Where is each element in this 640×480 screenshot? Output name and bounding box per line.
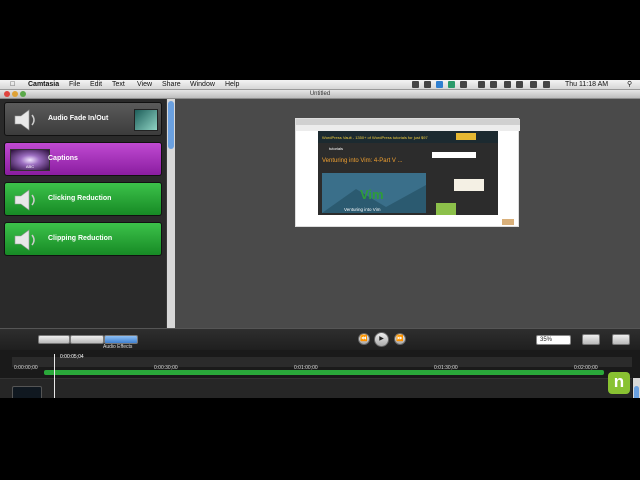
battery-icon[interactable] <box>543 81 550 88</box>
captions-abc-icon: ABC <box>10 149 50 171</box>
preview-canvas[interactable]: WordPress Vault - 1350+ of WordPress tut… <box>175 99 640 328</box>
evernote-icon[interactable] <box>448 81 455 88</box>
effect-label: Captions <box>48 155 78 162</box>
selection-range-bar[interactable] <box>44 370 604 375</box>
menu-file[interactable]: File <box>69 81 80 89</box>
menu-text[interactable]: Text <box>112 81 125 89</box>
fast-forward-icon[interactable]: ⏩ <box>394 333 406 345</box>
audio-effects-panel: Audio Fade In/Out ABC Captions Clicking … <box>0 99 166 328</box>
effect-audio-fade[interactable]: Audio Fade In/Out <box>4 102 162 136</box>
effects-scrollbar[interactable] <box>167 99 175 328</box>
tray-icon-1[interactable] <box>412 81 419 88</box>
effect-label: Audio Fade In/Out <box>48 115 109 122</box>
play-icon[interactable]: ▶ <box>374 332 389 347</box>
speaker-icon <box>14 189 35 211</box>
preview-article-title: Venturing into Vim: 4-Part V ... <box>322 158 403 164</box>
menu-edit[interactable]: Edit <box>90 81 102 89</box>
timeline-scrollbar[interactable] <box>633 378 640 398</box>
effect-clicking-reduction[interactable]: Clicking Reduction <box>4 182 162 216</box>
apple-menu-icon[interactable]:  <box>10 81 15 89</box>
clip-bin-button[interactable] <box>38 335 70 344</box>
fade-thumbnail <box>134 109 158 131</box>
tray-icon-5[interactable] <box>460 81 467 88</box>
playback-toolbar: Audio Effects ⏪ ▶ ⏩ 35% <box>0 328 640 350</box>
rewind-icon[interactable]: ⏪ <box>358 333 370 345</box>
effect-label: Clicking Reduction <box>48 195 112 202</box>
menu-view[interactable]: View <box>137 81 152 89</box>
time-machine-icon[interactable] <box>478 81 485 88</box>
dropbox-icon[interactable] <box>436 81 443 88</box>
menubar-clock[interactable]: Thu 11:18 AM <box>565 81 608 89</box>
menu-help[interactable]: Help <box>225 81 239 89</box>
zoom-select[interactable]: 35% <box>536 335 571 345</box>
window-title-bar: Untitled <box>0 90 640 99</box>
menu-window[interactable]: Window <box>190 81 215 89</box>
effect-label: Clipping Reduction <box>48 235 113 242</box>
timeline[interactable]: 0:00:00;00 0:00:30;00 0:01:00;00 0:01:30… <box>0 350 640 398</box>
window-title: Untitled <box>309 91 331 97</box>
spotlight-icon[interactable]: ⚲ <box>627 81 632 89</box>
camtasia-screen:  Camtasia File Edit Text View Share Win… <box>0 80 640 398</box>
recorded-screen-preview: WordPress Vault - 1350+ of WordPress tut… <box>296 119 520 225</box>
scrollbar-thumb[interactable] <box>634 386 639 398</box>
menu-bar:  Camtasia File Edit Text View Share Win… <box>0 80 640 90</box>
preview-banner-text: WordPress Vault - 1350+ of WordPress tut… <box>322 135 428 140</box>
video-preview[interactable]: WordPress Vault - 1350+ of WordPress tut… <box>295 118 520 227</box>
speaker-icon <box>14 229 35 251</box>
video-clip[interactable] <box>12 386 42 398</box>
bluetooth-icon[interactable] <box>504 81 511 88</box>
playhead[interactable] <box>54 354 55 398</box>
split-view-button[interactable] <box>70 335 104 344</box>
preview-site-name: tutorials <box>329 146 343 151</box>
scrollbar-thumb[interactable] <box>168 101 174 149</box>
playhead-time: 0:00:05;04 <box>60 354 84 360</box>
vim-logo: Vim <box>360 187 384 202</box>
menu-app[interactable]: Camtasia <box>28 81 59 89</box>
effect-clipping-reduction[interactable]: Clipping Reduction <box>4 222 162 256</box>
tray-icon-7[interactable] <box>490 81 497 88</box>
speaker-icon <box>14 109 35 131</box>
menu-share[interactable]: Share <box>162 81 181 89</box>
tray-icon-2[interactable] <box>424 81 431 88</box>
gear-icon[interactable] <box>612 334 630 345</box>
preview-video-caption: Venturing into Vim <box>344 207 381 212</box>
timeline-ruler[interactable] <box>12 357 632 367</box>
audio-effects-button[interactable] <box>104 335 138 344</box>
volume-icon[interactable] <box>530 81 537 88</box>
wifi-icon[interactable] <box>516 81 523 88</box>
crop-icon[interactable] <box>582 334 600 345</box>
effect-captions[interactable]: ABC Captions <box>4 142 162 176</box>
brand-logo: n <box>608 372 630 394</box>
ruler-tick: 0:00:00;00 <box>14 365 38 371</box>
video-track[interactable] <box>0 378 632 398</box>
